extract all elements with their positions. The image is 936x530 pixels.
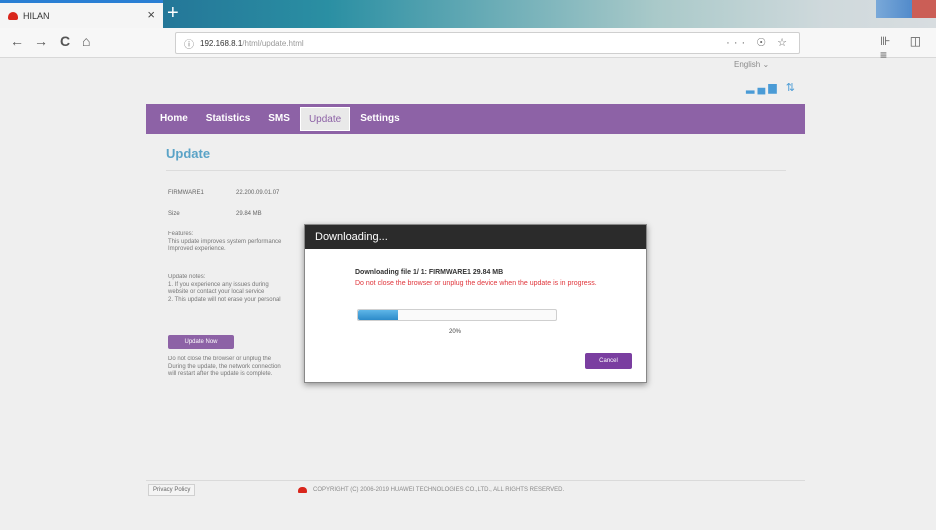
warning-line: During the update, the network connectio…	[168, 363, 281, 370]
home-icon[interactable]: ⌂	[82, 33, 90, 49]
signal-status-icon: ▂▄▆ ⇅	[746, 82, 798, 94]
huawei-logo-icon	[298, 487, 307, 493]
site-info-icon[interactable]: ⓘ	[184, 36, 194, 51]
progress-fill	[358, 310, 398, 320]
url-path: /html/update.html	[242, 38, 304, 48]
warning-line: Do not close the browser or unplug the	[168, 356, 272, 362]
cancel-button[interactable]: Cancel	[585, 353, 632, 369]
url-host: 192.168.8.1	[200, 38, 243, 48]
url-bar[interactable]: ⓘ 192.168.8.1 /html/update.html ··· ☉ ☆	[175, 32, 800, 54]
download-progress-bar	[357, 309, 557, 321]
size-value: 29.84 MB	[236, 211, 262, 217]
notes-line: 2. This update will not erase your perso…	[168, 296, 281, 303]
menu-settings[interactable]: Settings	[352, 107, 407, 131]
footer-divider	[146, 480, 805, 481]
menu-update[interactable]: Update	[299, 107, 351, 131]
tab-close-icon[interactable]: ×	[147, 7, 155, 22]
reload-icon[interactable]: C	[60, 33, 70, 49]
window-controls[interactable]	[876, 0, 936, 18]
copyright-notice: COPYRIGHT (C) 2006-2019 HUAWEI TECHNOLOG…	[298, 487, 564, 493]
divider	[166, 170, 786, 171]
huawei-favicon-icon	[8, 11, 18, 20]
firmware-label: FIRMWARE1	[168, 190, 204, 196]
language-value: English	[734, 60, 761, 69]
features-line: Improved experience.	[168, 246, 226, 252]
download-warning: Do not close the browser or unplug the d…	[355, 280, 597, 287]
update-now-button[interactable]: Update Now	[168, 335, 234, 349]
browser-tab-bar: HILAN × +	[0, 0, 936, 28]
menu-sms[interactable]: SMS	[260, 107, 298, 131]
main-menu: Home Statistics SMS Update Settings	[146, 104, 805, 134]
features-text: Features: This update improves system pe…	[168, 231, 308, 254]
notes-title: Update notes:	[168, 274, 206, 280]
size-label: Size	[168, 211, 180, 217]
new-tab-button[interactable]: +	[167, 2, 179, 25]
toolbar-icons[interactable]: ⊪ ◫ ≡	[880, 34, 936, 62]
privacy-policy-link[interactable]: Privacy Policy	[148, 484, 196, 496]
notes-line: 1. If you experience any issues during	[168, 281, 269, 288]
dialog-title: Downloading...	[305, 225, 646, 249]
menu-statistics[interactable]: Statistics	[198, 107, 258, 131]
notes-text: Update notes: 1. If you experience any i…	[168, 274, 308, 304]
tab-title: HILAN	[23, 10, 50, 21]
downloading-dialog: Downloading... Downloading file 1/ 1: FI…	[304, 224, 647, 383]
size-row: Size 29.84 MB	[168, 211, 262, 217]
back-icon[interactable]: ←	[10, 33, 24, 49]
download-status: Downloading file 1/ 1: FIRMWARE1 29.84 M…	[355, 269, 504, 276]
chevron-down-icon: ⌄	[762, 60, 770, 69]
page-title: Update	[166, 146, 211, 161]
warning-line: will restart after the update is complet…	[168, 371, 273, 377]
forward-icon[interactable]: →	[34, 33, 48, 49]
menu-home[interactable]: Home	[152, 107, 196, 131]
features-title: Features:	[168, 231, 194, 237]
language-select[interactable]: English ⌄	[734, 60, 769, 69]
update-warning-text: Do not close the browser or unplug the D…	[168, 356, 308, 379]
firmware-row: FIRMWARE1 22.200.09.01.07	[168, 190, 279, 196]
url-actions-icon[interactable]: ··· ☉ ☆	[726, 36, 791, 49]
browser-navbar: ← → C ⌂ ⓘ 192.168.8.1 /html/update.html …	[0, 28, 936, 62]
features-line: This update improves system performance	[168, 238, 282, 245]
browser-tab[interactable]: HILAN ×	[0, 0, 163, 28]
notes-line: website or contact your local service	[168, 289, 265, 295]
copyright-text: COPYRIGHT (C) 2006-2019 HUAWEI TECHNOLOG…	[313, 487, 565, 493]
firmware-value: 22.200.09.01.07	[236, 190, 280, 196]
progress-percent: 20%	[449, 329, 462, 335]
